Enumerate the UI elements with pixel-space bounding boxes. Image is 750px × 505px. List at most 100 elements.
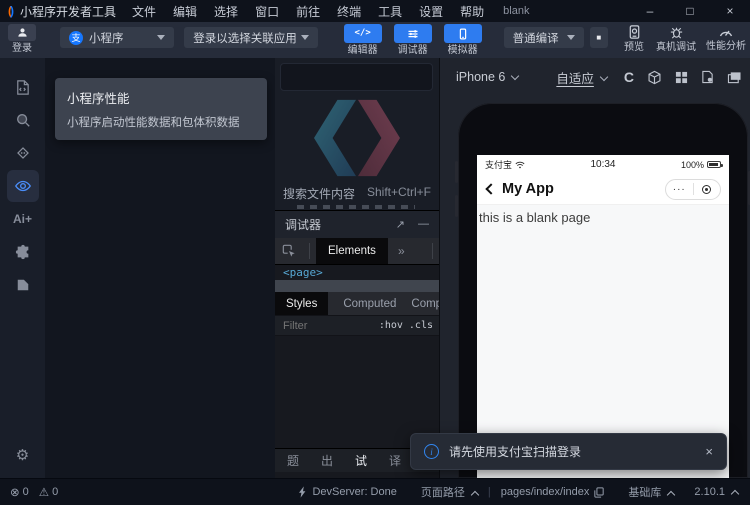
tab-component[interactable]: Component [411,298,439,310]
error-count: 0 [23,486,29,498]
battery-label: 100% [681,160,704,170]
windows-stack-icon[interactable] [727,71,742,84]
side-panel: 小程序性能 小程序启动性能数据和包体积数据 [45,58,275,478]
more-menu-button[interactable]: ··· [666,184,693,195]
settings-gear-icon[interactable]: ⚙ [0,446,45,464]
app-title: 小程序开发者工具 [20,3,116,20]
target-icon [702,185,711,194]
watermark-logo [303,96,411,185]
exit-button[interactable] [694,185,721,194]
elements-tree-node[interactable]: <page> [275,265,439,280]
toast-close-button[interactable]: × [705,444,713,459]
chevron-up-icon [731,490,739,498]
tab-styles[interactable]: Styles [275,292,328,315]
menu-go[interactable]: 前往 [296,3,320,20]
toolbar: 登录 支 小程序 登录以选择关联应用 </> 编辑器 调试器 模拟器 [0,22,750,58]
tab-output[interactable]: 出 [321,452,333,469]
back-icon[interactable] [485,183,496,194]
more-tabs-icon[interactable]: » [398,244,405,258]
menu-terminal[interactable]: 终端 [337,3,361,20]
debugger-toggle-button[interactable]: 调试器 [394,24,432,56]
simulator-toggle-button[interactable]: 模拟器 [444,24,482,56]
phone-mockup: 支付宝 10:34 100% My App ··· [458,103,748,478]
page-path-toggle[interactable]: 页面路径 [421,484,478,500]
file-settings-icon[interactable] [701,70,714,84]
preview-button[interactable]: 预览 [624,24,644,53]
menu-file[interactable]: 文件 [132,3,156,20]
selected-element-row[interactable] [275,280,439,292]
error-icon[interactable]: ⊗ [10,485,20,499]
compile-mode-dropdown[interactable]: 普通编译 [504,27,584,48]
menu-help[interactable]: 帮助 [460,3,484,20]
tab-problems[interactable]: 题 [287,452,299,469]
lib-version-toggle[interactable]: 2.10.1 [694,486,738,498]
base-lib-toggle[interactable]: 基础库 [628,484,674,500]
warning-icon[interactable]: ⚠ [39,485,49,499]
eye-icon [14,177,32,195]
page-path-value: pages/index/index [501,486,590,498]
minimize-button[interactable]: – [630,0,670,22]
login-button[interactable]: 登录 [8,24,36,54]
tooltip-title: 小程序性能 [67,88,255,107]
cube-3d-icon[interactable] [647,70,662,85]
remote-debug-button[interactable]: 真机调试 [656,24,696,53]
user-icon [8,24,36,41]
titlebar: () 小程序开发者工具 文件 编辑 选择 窗口 前往 终端 工具 设置 帮助 b… [0,0,750,22]
style-filter-input[interactable] [275,320,355,332]
relation-app-dropdown[interactable]: 登录以选择关联应用 [184,27,317,48]
project-name: blank [503,5,529,17]
refresh-icon[interactable]: C [624,69,634,85]
app-type-dropdown[interactable]: 支 小程序 [60,27,174,48]
tab-debug[interactable]: 试 [355,452,367,469]
pseudo-class-toggles[interactable]: :hov .cls [379,320,439,331]
menu-tools[interactable]: 工具 [378,3,402,20]
project-bookmark-icon[interactable] [14,276,32,294]
ai-icon[interactable]: Ai+ [14,210,32,228]
clock-label: 10:34 [525,159,681,170]
grid-icon[interactable] [675,71,688,84]
caret-down-icon [567,35,575,40]
minimize-panel-icon[interactable]: — [418,218,429,231]
package-diamond-icon[interactable] [14,144,32,162]
chevron-up-icon [471,491,479,499]
popout-icon[interactable]: ↗ [396,218,405,231]
gauge-icon [718,24,734,39]
styles-pane-empty [275,336,439,448]
search-shortcut-hint: 搜索文件内容 Shift+Ctrl+F [275,185,439,202]
file-search-input[interactable] [280,63,433,91]
debugger-title: 调试器 [285,216,321,233]
carrier-label: 支付宝 [485,158,512,171]
chevron-down-icon [511,72,519,80]
menu-edit[interactable]: 编辑 [173,3,197,20]
scale-dropdown[interactable]: 自适应 [556,68,594,87]
plugin-puzzle-icon[interactable] [14,243,32,261]
device-dropdown[interactable]: iPhone 6 [456,70,518,84]
tab-elements[interactable]: Elements [316,238,388,264]
chevron-up-icon [667,491,675,499]
menu-settings[interactable]: 设置 [419,3,443,20]
search-icon[interactable] [14,111,32,129]
phone-screen: 支付宝 10:34 100% My App ··· [477,155,729,478]
caret-down-icon [157,35,165,40]
phone-icon [457,28,469,40]
profiling-button[interactable]: 性能分析 [706,24,746,52]
divider: | [488,486,491,498]
phone-navbar: My App ··· [477,174,729,205]
performance-eye-tab[interactable] [7,170,39,202]
menu-window[interactable]: 窗口 [255,3,279,20]
style-filter-row: :hov .cls [275,315,439,336]
tab-compile[interactable]: 译 [389,452,401,469]
editor-toggle-button[interactable]: </> 编辑器 [344,24,382,56]
volume-button [455,195,458,217]
preview-icon [627,24,642,40]
file-code-icon[interactable] [14,78,32,96]
maximize-button[interactable]: □ [670,0,710,22]
login-toast: i 请先使用支付宝扫描登录 × [410,433,727,470]
close-button[interactable]: × [710,0,750,22]
toast-message: 请先使用支付宝扫描登录 [449,443,581,460]
stop-button[interactable]: ■ [590,27,608,48]
menu-select[interactable]: 选择 [214,3,238,20]
tab-computed[interactable]: Computed [343,298,396,310]
inspect-element-icon[interactable] [282,244,296,258]
copy-icon[interactable] [594,487,604,498]
